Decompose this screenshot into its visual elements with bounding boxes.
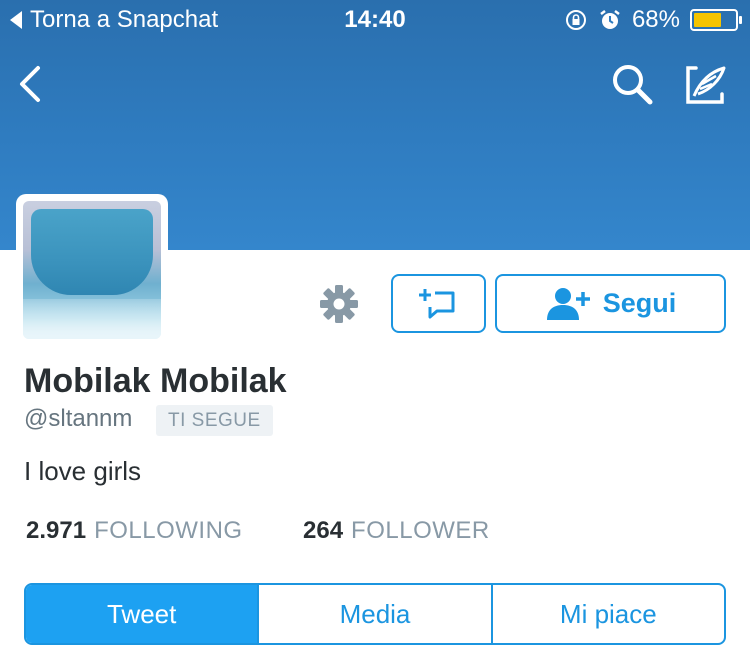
follows-you-badge: TI SEGUE [156, 405, 273, 436]
settings-gear-icon [320, 285, 358, 323]
rotation-lock-icon [565, 10, 586, 30]
search-icon [613, 65, 653, 105]
tab-mi-piace[interactable]: Mi piace [490, 585, 724, 643]
tab-media[interactable]: Media [257, 585, 490, 643]
add-user-icon [546, 287, 590, 320]
profile-name: Mobilak Mobilak [24, 362, 287, 400]
avatar-image [23, 201, 161, 339]
follow-button[interactable]: Segui [495, 274, 726, 333]
direct-message-icon [418, 288, 454, 318]
tab-tweet[interactable]: Tweet [26, 585, 258, 643]
settings-button[interactable] [318, 283, 360, 325]
compose-tweet-icon [686, 66, 726, 104]
followers-label: FOLLOWER [351, 517, 490, 544]
status-bar: Torna a Snapchat 14:40 68% [0, 0, 750, 40]
back-button[interactable] [14, 62, 50, 106]
direct-message-button[interactable] [391, 274, 486, 333]
battery-percentage: 68% [631, 6, 680, 33]
following-count: 2.971 [26, 517, 87, 544]
compose-tweet-button[interactable] [682, 62, 730, 106]
following-label: FOLLOWING [94, 517, 243, 544]
profile-avatar[interactable] [16, 194, 168, 346]
search-button[interactable] [608, 62, 656, 106]
following-stat[interactable]: 2.971 FOLLOWING [26, 517, 243, 545]
followers-count: 264 [303, 517, 344, 544]
follow-label: Segui [602, 288, 677, 318]
alarm-icon [600, 10, 620, 29]
profile-handle: @sltannm [24, 405, 133, 432]
profile-bio: I love girls [24, 456, 142, 486]
back-chevron-icon [20, 66, 40, 102]
battery-icon [690, 9, 742, 31]
profile-tabs: Tweet Media Mi piace [24, 583, 726, 645]
followers-stat[interactable]: 264 FOLLOWER [303, 517, 490, 545]
